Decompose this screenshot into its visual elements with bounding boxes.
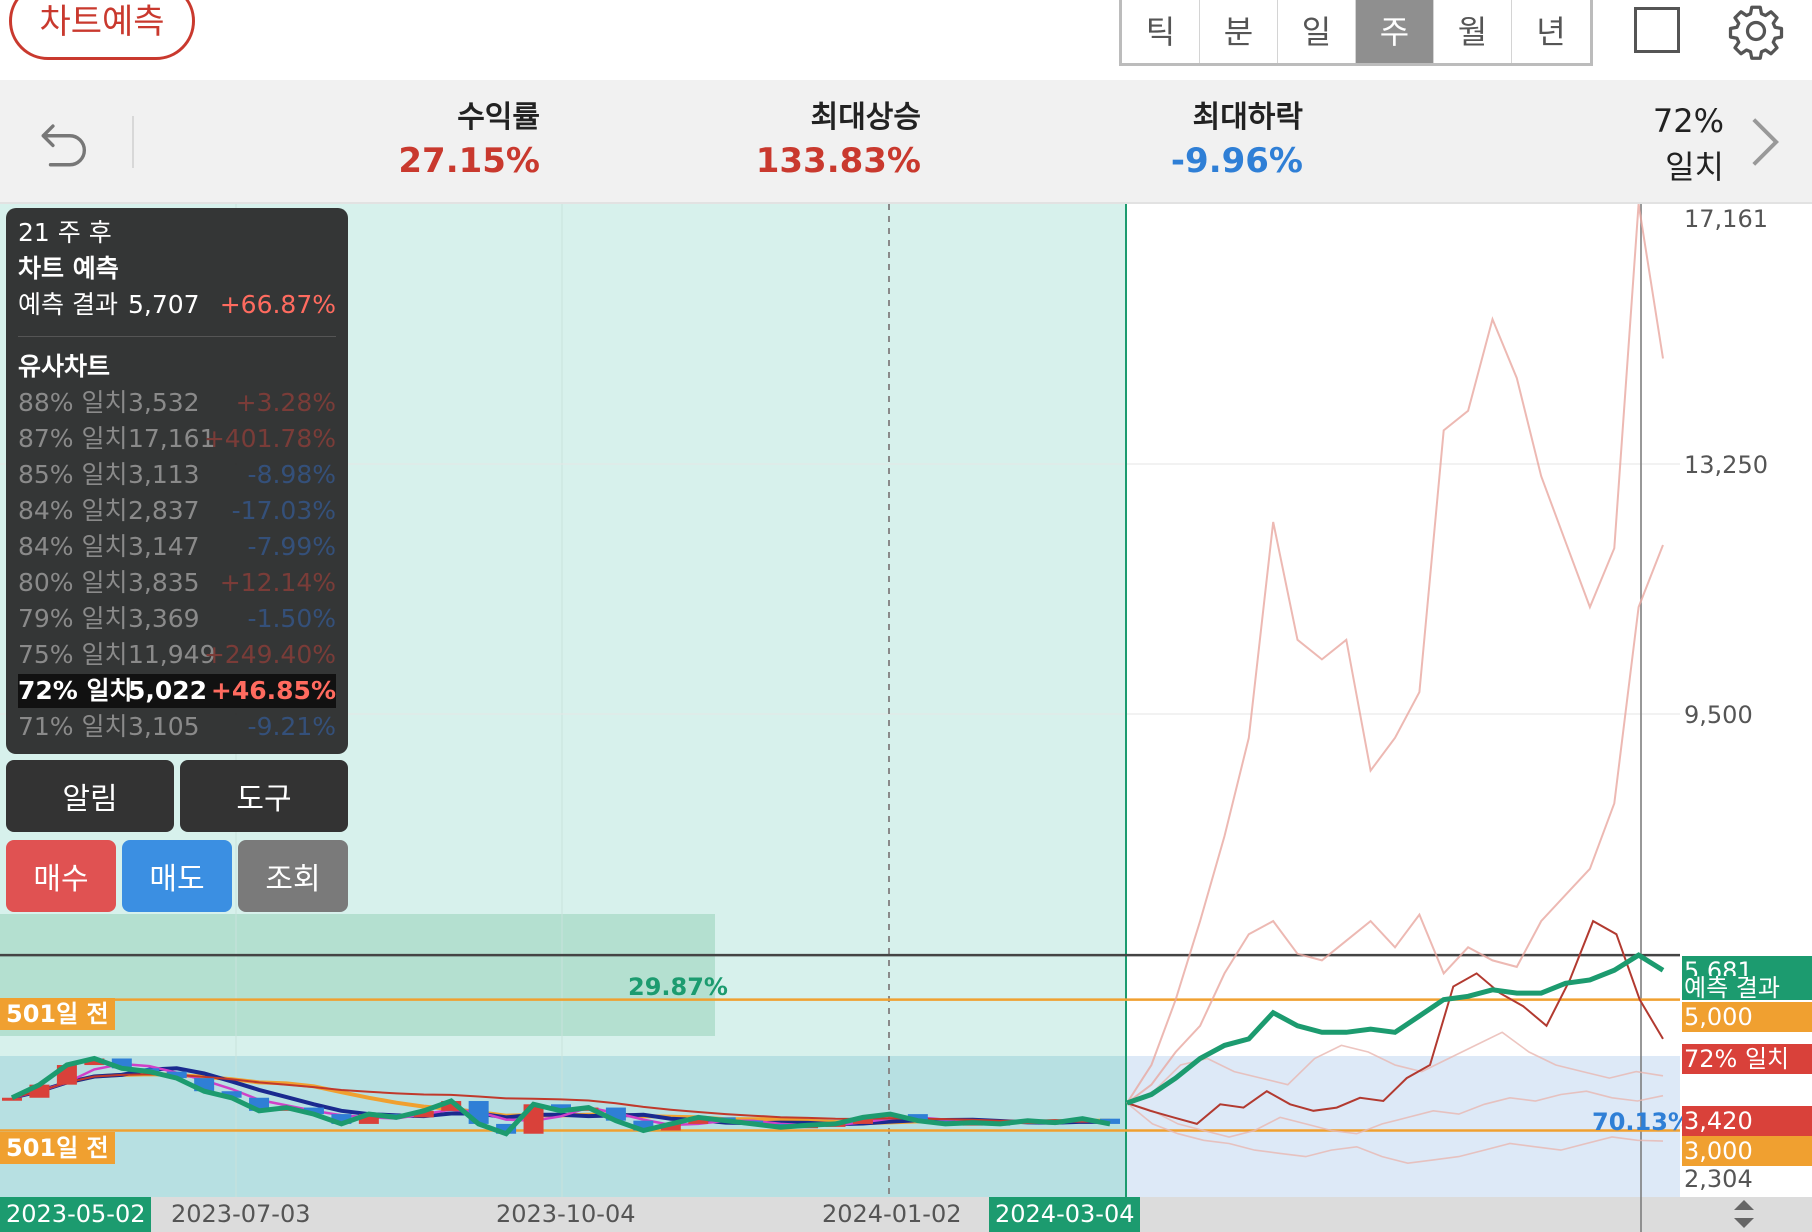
similar-75-line xyxy=(1126,544,1664,1104)
y-tick-label: 9,500 xyxy=(1684,701,1753,729)
date-tick-label: 2023-10-04 xyxy=(496,1200,636,1228)
sell-button[interactable]: 매도 xyxy=(122,840,232,912)
match-label: 일치 xyxy=(1665,148,1724,186)
candle xyxy=(2,1097,22,1101)
similar-title: 유사차트 xyxy=(18,352,111,381)
match-stat[interactable]: 72% 일치 xyxy=(1653,98,1724,190)
price-3000-box: 3,000 xyxy=(1682,1136,1812,1166)
max-rise-stat: 최대상승 133.83% xyxy=(756,98,921,184)
similar-chart-row[interactable]: 88% 일치 3,532 +3.28% xyxy=(18,386,336,420)
max-fall-value: -9.96% xyxy=(1170,141,1303,181)
similar-chart-row[interactable]: 84% 일치 3,147 -7.99% xyxy=(18,530,336,564)
similar-chart-row[interactable]: 85% 일치 3,113 -8.98% xyxy=(18,458,336,492)
match-percent-annotation: 70.13% xyxy=(1592,1108,1692,1136)
line-501-upper-label: 501일 전 xyxy=(0,998,115,1030)
return-label: 수익률 xyxy=(457,100,540,135)
tab-tick[interactable]: 틱 xyxy=(1122,0,1200,63)
inquiry-button[interactable]: 조회 xyxy=(238,840,348,912)
tab-week[interactable]: 주 xyxy=(1356,0,1434,63)
chart-predict-button[interactable]: 차트예측 xyxy=(9,0,195,60)
max-rise-value: 133.83% xyxy=(755,141,921,181)
similar-chart-row[interactable]: 80% 일치 3,835 +12.14% xyxy=(18,566,336,600)
tab-minute[interactable]: 분 xyxy=(1200,0,1278,63)
similar-chart-row[interactable]: 72% 일치 5,022 +46.85% xyxy=(18,674,336,708)
similar-chart-row[interactable]: 79% 일치 3,369 -1.50% xyxy=(18,602,336,636)
scroll-updown-icon[interactable] xyxy=(1729,1198,1759,1230)
date-start-label: 2023-05-02 xyxy=(0,1197,152,1232)
divider xyxy=(132,116,134,168)
buy-button[interactable]: 매수 xyxy=(6,840,116,912)
tools-button[interactable]: 도구 xyxy=(180,760,348,832)
chevron-right-icon[interactable] xyxy=(1748,114,1782,170)
max-fall-label: 최대하락 xyxy=(1192,100,1303,135)
date-current-label: 2024-03-04 xyxy=(989,1197,1141,1232)
tab-day[interactable]: 일 xyxy=(1278,0,1356,63)
top-bar: 차트예측 틱 분 일 주 월 년 xyxy=(0,0,1812,80)
price-5000-box: 5,000 xyxy=(1682,1002,1812,1032)
similar-chart-row[interactable]: 75% 일치 11,949 +249.40% xyxy=(18,638,336,672)
tab-month[interactable]: 월 xyxy=(1434,0,1512,63)
gear-icon[interactable] xyxy=(1726,1,1786,61)
prediction-info-panel: 21 주 후 차트 예측 예측 결과 5,707 +66.87% 유사차트 88… xyxy=(6,208,348,754)
return-stat: 수익률 27.15% xyxy=(398,98,540,184)
period-tabs: 틱 분 일 주 월 년 xyxy=(1119,0,1593,66)
weeks-after: 21 주 후 xyxy=(18,218,112,247)
prediction-result-row: 예측 결과 5,707 +66.87% xyxy=(18,290,336,319)
square-icon[interactable] xyxy=(1634,7,1680,53)
range-percent-label: 29.87% xyxy=(628,973,728,1001)
match-72-box: 72% 일치 xyxy=(1682,1044,1812,1074)
similar-87-line xyxy=(1126,204,1664,1104)
tab-year[interactable]: 년 xyxy=(1512,0,1590,63)
price-3420-box: 3,420 xyxy=(1682,1106,1812,1136)
panel-divider xyxy=(18,336,336,337)
date-tick-label: 2024-01-02 xyxy=(822,1200,962,1228)
similar-chart-row[interactable]: 87% 일치 17,161 +401.78% xyxy=(18,422,336,456)
prediction-title: 차트 예측 xyxy=(18,254,119,283)
match-percent: 72% xyxy=(1652,102,1724,140)
max-fall-stat: 최대하락 -9.96% xyxy=(1171,98,1303,184)
y-tick-label: 13,250 xyxy=(1684,451,1768,479)
date-tick-label: 2023-07-03 xyxy=(171,1200,311,1228)
stats-bar: 수익률 27.15% 최대상승 133.83% 최대하락 -9.96% 72% … xyxy=(0,80,1812,204)
prediction-result-box: 예측 결과 xyxy=(1682,976,1812,1000)
line-501-lower-label: 501일 전 xyxy=(0,1132,115,1164)
return-value: 27.15% xyxy=(398,141,540,181)
y-tick-label: 2,304 xyxy=(1684,1165,1753,1193)
y-tick-label: 17,161 xyxy=(1684,205,1768,233)
similar-chart-row[interactable]: 71% 일치 3,105 -9.21% xyxy=(18,710,336,744)
alert-button[interactable]: 알림 xyxy=(6,760,174,832)
similar-chart-row[interactable]: 84% 일치 2,837 -17.03% xyxy=(18,494,336,528)
back-icon[interactable] xyxy=(36,114,94,172)
max-rise-label: 최대상승 xyxy=(810,100,921,135)
